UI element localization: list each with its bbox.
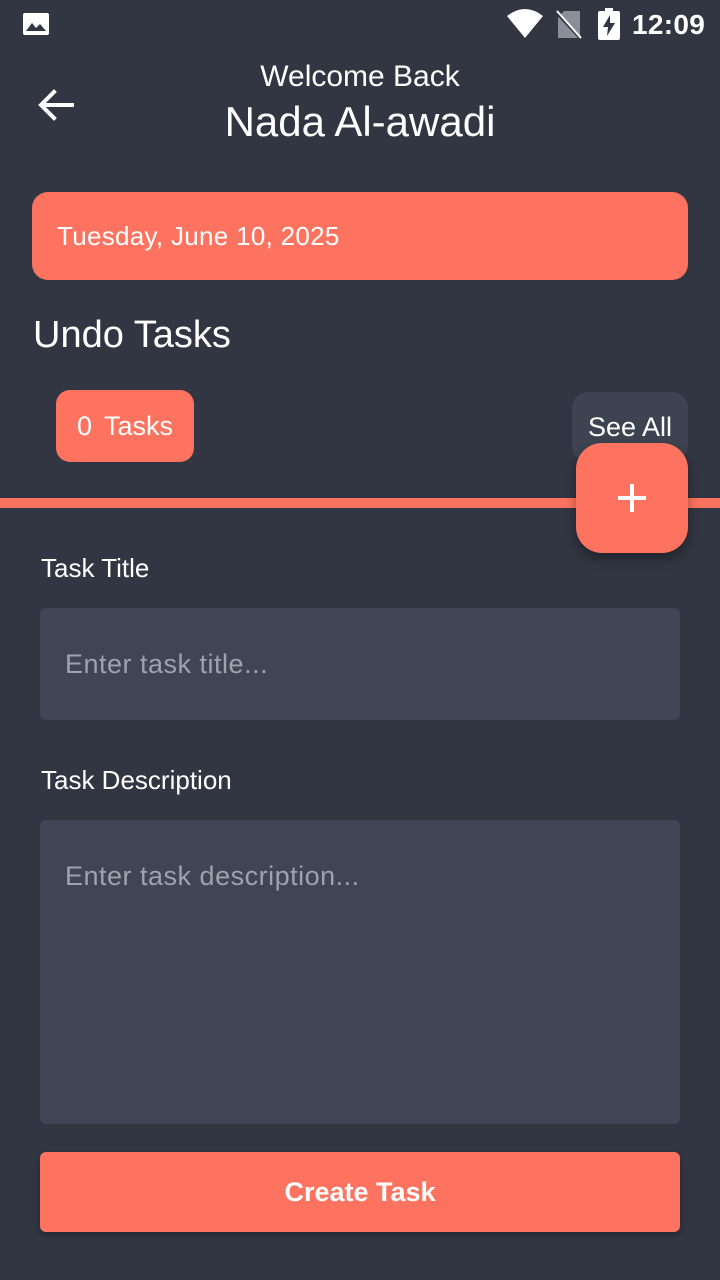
task-title-input[interactable]: [40, 608, 680, 720]
plus-icon: [618, 484, 646, 512]
task-title-label: Task Title: [41, 553, 150, 583]
welcome-subtitle: Welcome Back: [260, 60, 460, 93]
wifi-icon: [507, 9, 543, 38]
status-bar: 12:09: [0, 0, 720, 48]
date-text: Tuesday, June 10, 2025: [57, 220, 340, 251]
section-title: Undo Tasks: [33, 314, 231, 356]
status-time: 12:09: [632, 9, 706, 40]
add-task-screen: 12:09 Welcome Back Nada Al-awadi Tuesday…: [0, 0, 720, 1280]
create-task-button[interactable]: Create Task: [40, 1152, 680, 1232]
no-sim-icon: [556, 10, 582, 40]
task-count: 0: [76, 410, 92, 441]
gallery-icon: [23, 13, 49, 35]
task-count-suffix: Tasks: [104, 410, 174, 441]
user-name: Nada Al-awadi: [224, 98, 496, 145]
date-card: Tuesday, June 10, 2025: [32, 192, 688, 280]
add-task-fab[interactable]: [576, 443, 688, 553]
task-count-chip[interactable]: 0 Tasks: [56, 390, 194, 462]
task-description-input[interactable]: [40, 820, 680, 1124]
task-description-label: Task Description: [41, 765, 232, 795]
battery-charging-icon: [598, 8, 620, 40]
